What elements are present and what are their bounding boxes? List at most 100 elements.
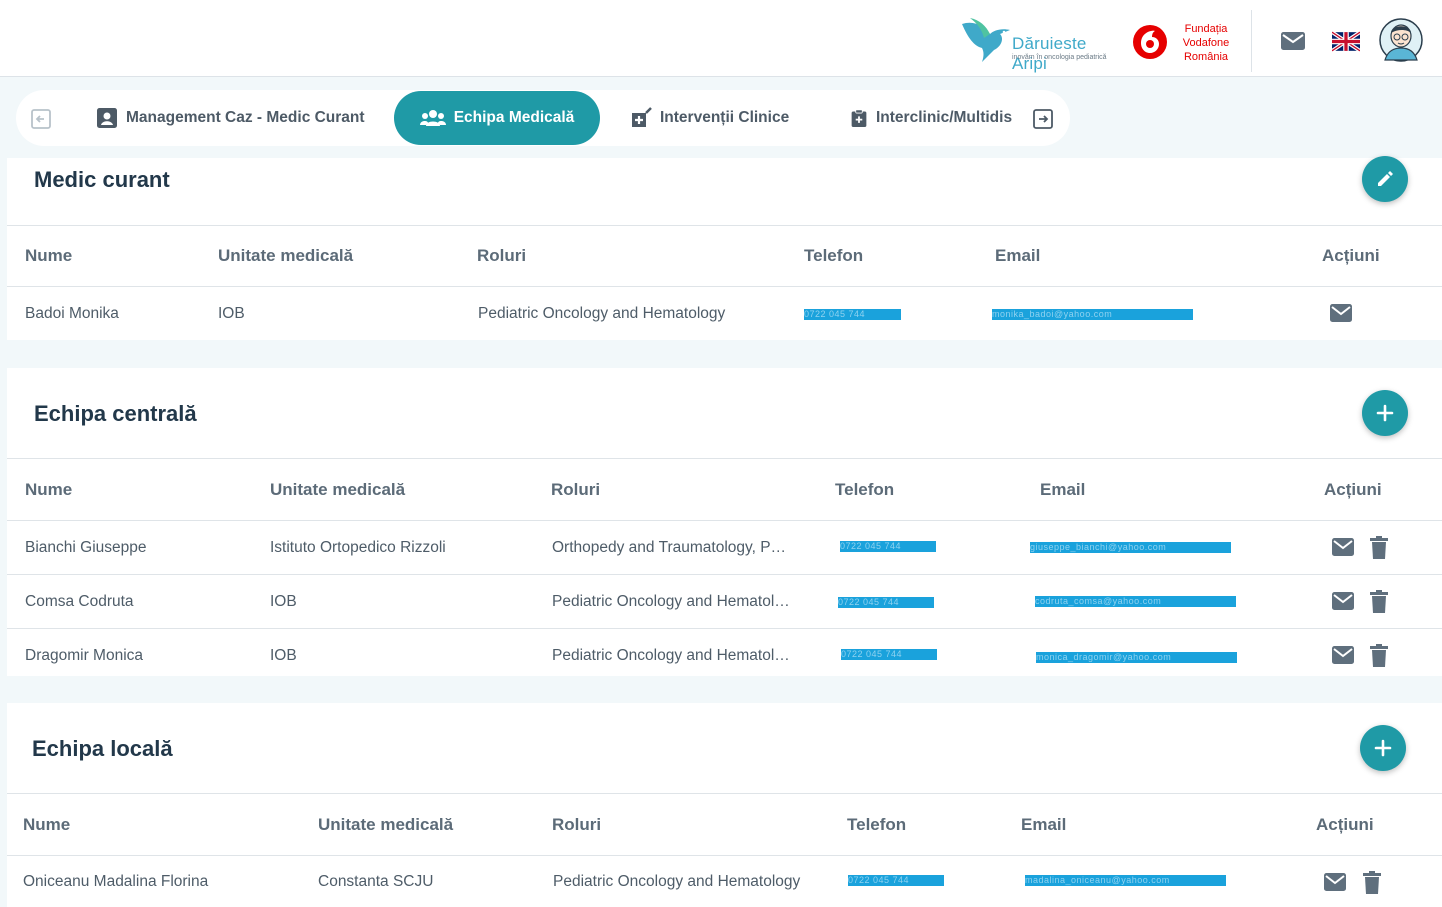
col-header-nume: Nume xyxy=(25,480,73,499)
cell-name: Comsa Codruta xyxy=(25,593,134,610)
header-divider xyxy=(1251,10,1252,72)
header-mail-button[interactable] xyxy=(1280,30,1306,52)
edit-medic-button[interactable] xyxy=(1362,156,1408,202)
col-header-actiuni: Acțiuni xyxy=(1316,815,1374,834)
divider xyxy=(7,520,1442,521)
cell-roles: Orthopedy and Traumatology, P… xyxy=(552,539,787,556)
hummingbird-icon xyxy=(962,18,1010,63)
tabs-scroll-right-button[interactable] xyxy=(1032,108,1054,130)
divider xyxy=(7,855,1442,856)
tab-echipa-medicala[interactable]: Echipa Medicală xyxy=(394,91,600,145)
divider xyxy=(7,574,1442,575)
clipboard-icon xyxy=(851,109,867,127)
add-local-member-button[interactable] xyxy=(1360,725,1406,771)
arrow-right-icon xyxy=(1033,109,1053,129)
cell-phone-redacted: 0722 045 744 xyxy=(838,597,934,608)
cell-unit: IOB xyxy=(270,647,297,664)
language-switch-button[interactable] xyxy=(1330,30,1362,53)
col-header-nume: Nume xyxy=(23,815,71,834)
trash-icon xyxy=(1363,871,1381,894)
col-header-unitate: Unitate medicală xyxy=(318,815,454,834)
cell-roles: Pediatric Oncology and Hematol… xyxy=(552,647,790,664)
mail-icon xyxy=(1332,646,1354,664)
tab-bar: Management Caz - Medic Curant Echipa Med… xyxy=(16,90,1070,146)
col-header-telefon: Telefon xyxy=(847,815,907,834)
divider xyxy=(7,286,1442,287)
add-central-member-button[interactable] xyxy=(1362,390,1408,436)
medic-curant-card: Medic curant Nume Unitate medicală Rolur… xyxy=(7,156,1442,340)
cell-name: Bianchi Giuseppe xyxy=(25,539,147,556)
arrow-left-icon xyxy=(31,109,51,129)
tab-label: Management Caz - Medic Curant xyxy=(126,109,365,126)
col-header-telefon: Telefon xyxy=(835,480,895,499)
delete-member-button[interactable] xyxy=(1369,590,1393,614)
col-header-email: Email xyxy=(995,246,1041,265)
mail-icon xyxy=(1324,873,1346,891)
brand2-line2: Vodafone xyxy=(1182,37,1230,49)
vodafone-foundation-text: Fundația Vodafone România xyxy=(1176,22,1236,64)
send-mail-button[interactable] xyxy=(1323,871,1347,895)
cell-email-redacted[interactable]: madalina_oniceanu@yahoo.com xyxy=(1025,875,1226,886)
cell-unit: IOB xyxy=(218,305,245,322)
mail-icon xyxy=(1330,304,1352,322)
delete-member-button[interactable] xyxy=(1362,871,1386,895)
col-header-actiuni: Acțiuni xyxy=(1322,246,1380,265)
top-header: Dăruieste Aripi inovăm în oncologia pedi… xyxy=(0,0,1442,77)
uk-flag-icon xyxy=(1330,30,1362,53)
send-mail-button[interactable] xyxy=(1331,644,1355,668)
tabs-scroll-left-button[interactable] xyxy=(30,108,52,130)
cell-roles: Pediatric Oncology and Hematol… xyxy=(552,593,790,610)
send-mail-button[interactable] xyxy=(1329,302,1353,326)
cell-email-redacted[interactable]: monika_badoi@yahoo.com xyxy=(992,309,1193,320)
delete-member-button[interactable] xyxy=(1369,536,1393,560)
cell-name: Badoi Monika xyxy=(25,305,119,322)
tab-label: Intervenții Clinice xyxy=(660,109,790,126)
col-header-actiuni: Acțiuni xyxy=(1324,480,1382,499)
cell-name: Dragomir Monica xyxy=(25,647,144,664)
cell-unit: Constanta SCJU xyxy=(318,873,434,890)
user-avatar[interactable] xyxy=(1379,16,1423,64)
divider xyxy=(7,458,1442,459)
medical-kit-icon xyxy=(632,107,652,127)
echipa-centrala-card: Echipa centrală Nume Unitate medicală Ro… xyxy=(7,368,1442,676)
cell-phone-redacted: 0722 045 744 xyxy=(841,649,937,660)
echipa-locala-card: Echipa locală Nume Unitate medicală Rolu… xyxy=(7,703,1442,907)
cell-unit: Istituto Ortopedico Rizzoli xyxy=(270,539,446,556)
brand2-line1: Fundația xyxy=(1184,23,1228,35)
divider xyxy=(7,628,1442,629)
col-header-email: Email xyxy=(1040,480,1086,499)
col-header-unitate: Unitate medicală xyxy=(218,246,354,265)
tab-interclinic[interactable]: Interclinic/Multidis xyxy=(850,90,1018,146)
cell-unit: IOB xyxy=(270,593,297,610)
brand2-line3: România xyxy=(1183,51,1229,63)
cell-phone-redacted: 0722 045 744 xyxy=(804,309,901,320)
cell-roles: Pediatric Oncology and Hematology xyxy=(553,873,801,890)
cell-email-redacted[interactable]: monica_dragomir@yahoo.com xyxy=(1036,652,1237,663)
tab-management-caz[interactable]: Management Caz - Medic Curant xyxy=(96,90,386,146)
cell-name: Oniceanu Madalina Florina xyxy=(23,873,209,890)
cell-email-redacted[interactable]: codruta_comsa@yahoo.com xyxy=(1035,596,1236,607)
users-icon xyxy=(419,110,446,126)
section-title: Echipa locală xyxy=(32,736,173,761)
cell-email-redacted[interactable]: giuseppe_bianchi@yahoo.com xyxy=(1030,542,1231,553)
cell-phone-redacted: 0722 045 744 xyxy=(848,875,944,886)
section-title: Echipa centrală xyxy=(34,401,197,426)
mail-icon xyxy=(1332,538,1354,556)
section-title: Medic curant xyxy=(34,167,170,192)
mail-icon xyxy=(1281,32,1305,50)
daruieste-aripi-logo: Dăruieste Aripi inovăm în oncologia pedi… xyxy=(960,16,1120,73)
id-badge-icon xyxy=(97,108,117,128)
trash-icon xyxy=(1370,536,1388,559)
cell-roles: Pediatric Oncology and Hematology xyxy=(478,305,726,322)
col-header-email: Email xyxy=(1021,815,1067,834)
delete-member-button[interactable] xyxy=(1369,644,1393,668)
send-mail-button[interactable] xyxy=(1331,536,1355,560)
col-header-unitate: Unitate medicală xyxy=(270,480,406,499)
brand1-tagline: inovăm în oncologia pediatrică xyxy=(1012,54,1107,61)
avatar-icon xyxy=(1379,18,1423,62)
send-mail-button[interactable] xyxy=(1331,590,1355,614)
cell-phone-redacted: 0722 045 744 xyxy=(840,541,936,552)
col-header-nume: Nume xyxy=(25,246,73,265)
divider xyxy=(7,793,1442,794)
tab-interventii-clinice[interactable]: Intervenții Clinice xyxy=(630,90,820,146)
